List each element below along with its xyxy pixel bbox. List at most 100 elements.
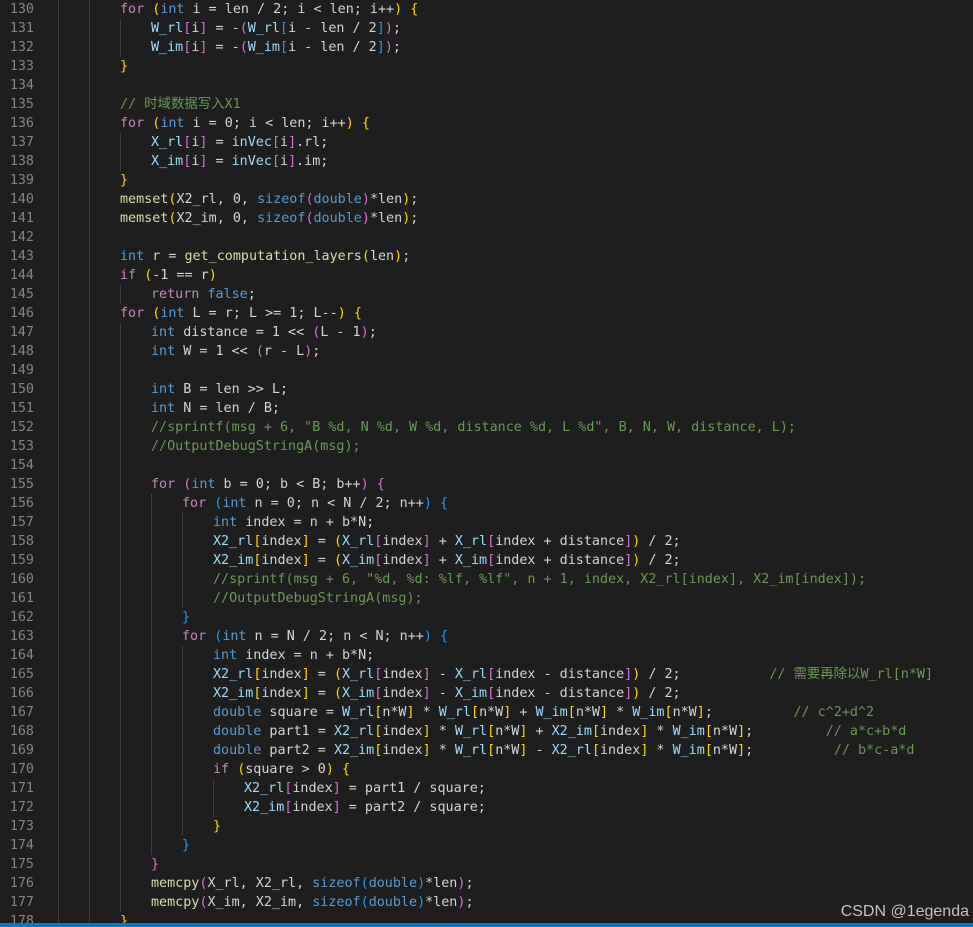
code-line: 169 double part2 = X2_im[index] * W_rl[n*… — [0, 741, 973, 760]
code-text: if (square > 0) { — [213, 762, 351, 777]
code-line: 158 X2_rl[index] = (X_rl[index] + X_rl[in… — [0, 532, 973, 551]
code-text: X2_im[index] = (X_im[index] - X_im[index… — [213, 686, 681, 701]
code-text: //sprintf(msg + 6, "B %d, N %d, W %d, di… — [151, 420, 796, 435]
code-line: 176 memcpy(X_rl, X2_rl, sizeof(double)*le… — [0, 874, 973, 893]
line-number: 134 — [9, 78, 34, 93]
code-line: 178} — [0, 912, 973, 923]
code-line: 149 — [0, 361, 973, 380]
code-text: } — [120, 914, 129, 923]
code-line: 144 if (-1 == r) — [0, 266, 973, 285]
code-text: } — [213, 819, 222, 834]
code-text: int W = 1 << (r - L); — [151, 344, 321, 359]
line-number: 177 — [9, 895, 34, 910]
code-text: memset(X2_rl, 0, sizeof(double)*len); — [120, 192, 419, 207]
line-number: 153 — [9, 439, 34, 454]
code-line: 157 int index = n + b*N; — [0, 513, 973, 532]
line-number: 156 — [9, 496, 34, 511]
code-text: X2_rl[index] = (X_rl[index] + X_rl[index… — [213, 534, 681, 549]
code-line: 172 X2_im[index] = part2 / square; — [0, 798, 973, 817]
line-number: 138 — [9, 154, 34, 169]
line-number: 151 — [9, 401, 34, 416]
line-number: 167 — [9, 705, 34, 720]
line-number: 175 — [9, 857, 34, 872]
code-line: 152 //sprintf(msg + 6, "B %d, N %d, W %d,… — [0, 418, 973, 437]
code-line: 139} — [0, 171, 973, 190]
code-line: 137 X_rl[i] = inVec[i].rl; — [0, 133, 973, 152]
line-number: 140 — [9, 192, 34, 207]
code-editor[interactable]: 130 for (int i = len / 2; i < len; i++) {… — [0, 0, 973, 923]
line-number: 146 — [9, 306, 34, 321]
code-line: 177 memcpy(X_im, X2_im, sizeof(double)*le… — [0, 893, 973, 912]
line-number: 164 — [9, 648, 34, 663]
line-number: 155 — [9, 477, 34, 492]
code-line: 153 //OutputDebugStringA(msg); — [0, 437, 973, 456]
line-number: 152 — [9, 420, 34, 435]
code-line: 145 return false; — [0, 285, 973, 304]
code-text: double part1 = X2_rl[index] * W_rl[n*W] … — [213, 724, 907, 739]
line-number: 176 — [9, 876, 34, 891]
code-text: X_rl[i] = inVec[i].rl; — [151, 135, 329, 150]
code-line: 142 — [0, 228, 973, 247]
line-number: 173 — [9, 819, 34, 834]
code-text: X2_im[index] = (X_im[index] + X_im[index… — [213, 553, 681, 568]
code-line: 165 X2_rl[index] = (X_rl[index] - X_rl[in… — [0, 665, 973, 684]
code-text: int r = get_computation_layers(len); — [120, 249, 411, 264]
line-number: 135 — [9, 97, 34, 112]
line-number: 131 — [9, 21, 34, 36]
code-line: 166 X2_im[index] = (X_im[index] - X_im[in… — [0, 684, 973, 703]
code-text: //OutputDebugStringA(msg); — [213, 591, 423, 606]
code-text: for (int b = 0; b < B; b++) { — [151, 477, 385, 492]
code-line: 175} — [0, 855, 973, 874]
code-line: 160 //sprintf(msg + 6, "%d, %d: %lf, %lf"… — [0, 570, 973, 589]
code-text: } — [120, 173, 129, 188]
code-text: // 时域数据写入X1 — [120, 97, 241, 112]
line-number: 139 — [9, 173, 34, 188]
code-text: for (int i = len / 2; i < len; i++) { — [120, 2, 419, 17]
code-text: if (-1 == r) — [120, 268, 217, 283]
line-number: 169 — [9, 743, 34, 758]
line-number: 130 — [9, 2, 34, 17]
code-line: 170 if (square > 0) { — [0, 760, 973, 779]
code-line: 168 double part1 = X2_rl[index] * W_rl[n*… — [0, 722, 973, 741]
code-text: int distance = 1 << (L - 1); — [151, 325, 377, 340]
line-number: 178 — [9, 914, 34, 923]
code-line: 161 //OutputDebugStringA(msg); — [0, 589, 973, 608]
code-text: X2_rl[index] = part1 / square; — [244, 781, 486, 796]
line-number: 162 — [9, 610, 34, 625]
line-number: 143 — [9, 249, 34, 264]
line-number: 157 — [9, 515, 34, 530]
code-text: int index = n + b*N; — [213, 648, 375, 663]
code-text: for (int L = r; L >= 1; L--) { — [120, 306, 362, 321]
code-line: 174} — [0, 836, 973, 855]
code-line: 173} — [0, 817, 973, 836]
line-number: 137 — [9, 135, 34, 150]
line-number: 149 — [9, 363, 34, 378]
code-line: 133} — [0, 57, 973, 76]
code-text: X2_rl[index] = (X_rl[index] - X_rl[index… — [213, 667, 934, 682]
code-text: //OutputDebugStringA(msg); — [151, 439, 361, 454]
line-number: 145 — [9, 287, 34, 302]
code-text: X2_im[index] = part2 / square; — [244, 800, 486, 815]
code-text: double part2 = X2_im[index] * W_rl[n*W] … — [213, 743, 915, 758]
watermark: CSDN @1egenda — [840, 903, 969, 920]
code-text: } — [120, 59, 129, 74]
line-number: 158 — [9, 534, 34, 549]
line-number: 170 — [9, 762, 34, 777]
code-text: memcpy(X_rl, X2_rl, sizeof(double)*len); — [151, 876, 474, 891]
code-line: 131 W_rl[i] = -(W_rl[i - len / 2]); — [0, 19, 973, 38]
code-line: 135 // 时域数据写入X1 — [0, 95, 973, 114]
code-text: for (int n = 0; n < N / 2; n++) { — [182, 496, 449, 511]
code-line: 164 int index = n + b*N; — [0, 646, 973, 665]
code-line: 162} — [0, 608, 973, 627]
line-number: 174 — [9, 838, 34, 853]
code-line: 155 for (int b = 0; b < B; b++) { — [0, 475, 973, 494]
code-line: 143 int r = get_computation_layers(len); — [0, 247, 973, 266]
line-number: 171 — [9, 781, 34, 796]
code-line: 151 int N = len / B; — [0, 399, 973, 418]
code-text: for (int i = 0; i < len; i++) { — [120, 116, 370, 131]
line-number: 132 — [9, 40, 34, 55]
code-line: 171 X2_rl[index] = part1 / square; — [0, 779, 973, 798]
code-text: } — [182, 610, 191, 625]
code-text: int B = len >> L; — [151, 382, 289, 397]
line-number: 161 — [9, 591, 34, 606]
